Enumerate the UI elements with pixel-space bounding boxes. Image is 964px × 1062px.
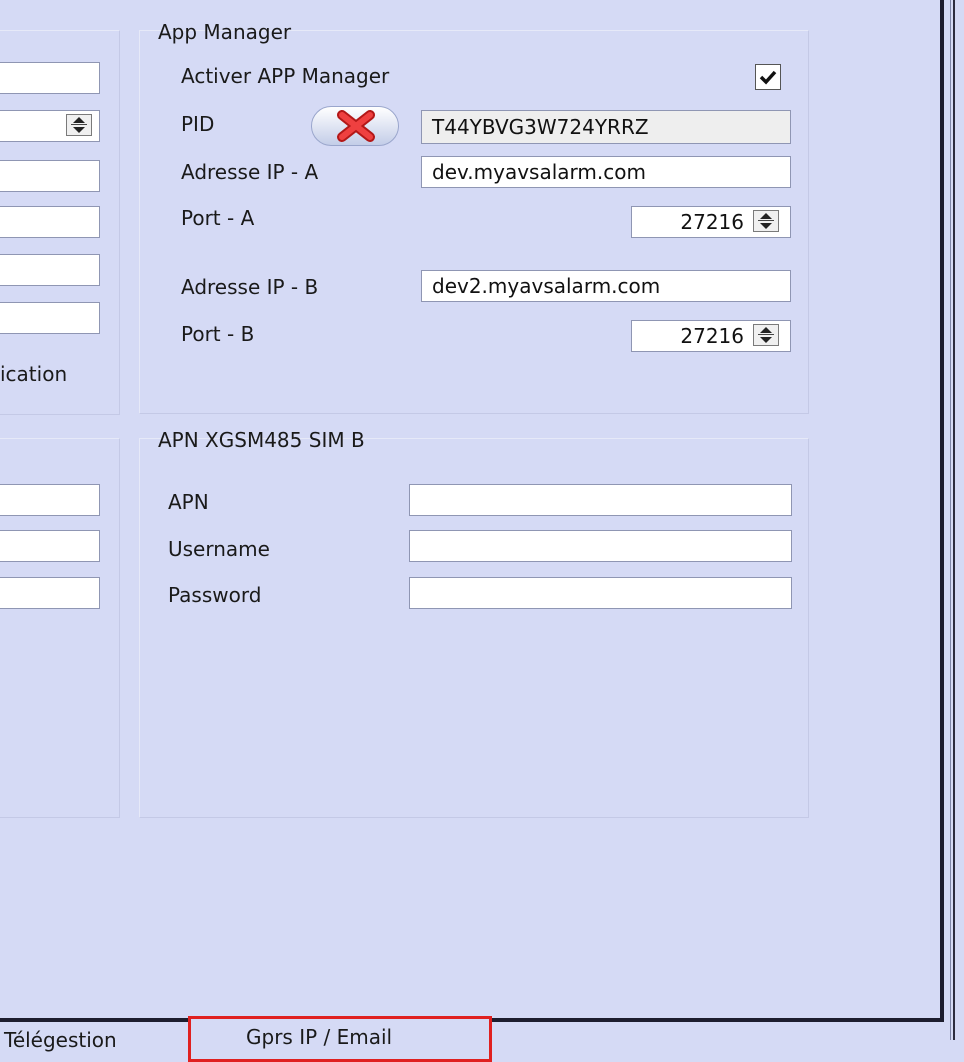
pid-field[interactable]: T44YBVG3W724YRRZ (421, 110, 791, 144)
ip-b-field[interactable]: dev2.myavsalarm.com (421, 270, 791, 302)
apn-label: APN (168, 490, 209, 514)
port-a-label: Port - A (181, 206, 255, 230)
spin-down-icon (760, 223, 772, 229)
spin-up-icon (760, 213, 772, 219)
spin-up-icon (73, 117, 85, 123)
apn-sim-b-title: APN XGSM485 SIM B (158, 428, 365, 452)
username-field[interactable] (409, 530, 792, 562)
app-manager-title: App Manager (158, 20, 292, 44)
port-b-spinner[interactable] (753, 324, 779, 346)
ip-b-label: Adresse IP - B (181, 275, 319, 299)
left-field-1[interactable] (0, 62, 100, 94)
left-partial-label: ication (0, 362, 68, 386)
frame-right-border (940, 0, 944, 1022)
left-username-field[interactable] (0, 530, 100, 562)
password-label: Password (168, 583, 262, 607)
spin-down-icon (73, 127, 85, 133)
username-label: Username (168, 537, 270, 561)
apn-field[interactable] (409, 484, 792, 516)
spin-up-icon (760, 327, 772, 333)
port-a-spinner[interactable] (753, 210, 779, 232)
left-password-field[interactable] (0, 577, 100, 609)
left-field-6[interactable] (0, 302, 100, 334)
checkmark-icon (759, 70, 777, 85)
red-x-icon (337, 110, 375, 142)
tab-gprs-label: Gprs IP / Email (246, 1025, 393, 1049)
spin-down-icon (760, 337, 772, 343)
frame-outer-right (950, 0, 951, 1040)
frame-outer-right-shadow (953, 0, 955, 1040)
activer-app-manager-label: Activer APP Manager (181, 64, 390, 88)
password-field[interactable] (409, 577, 792, 609)
tab-telegestion-label[interactable]: Télégestion (4, 1028, 117, 1052)
left-apn-field[interactable] (0, 484, 100, 516)
activer-app-manager-checkbox[interactable] (755, 64, 781, 90)
tab-gprs[interactable]: Gprs IP / Email (188, 1016, 492, 1062)
pid-clear-button[interactable] (311, 106, 399, 146)
port-b-label: Port - B (181, 322, 255, 346)
ip-a-label: Adresse IP - A (181, 160, 319, 184)
ip-a-field[interactable]: dev.myavsalarm.com (421, 156, 791, 188)
pid-label: PID (181, 112, 215, 136)
left-spinner[interactable] (66, 114, 92, 136)
left-field-4[interactable] (0, 206, 100, 238)
left-field-5[interactable] (0, 254, 100, 286)
left-field-3[interactable] (0, 160, 100, 192)
